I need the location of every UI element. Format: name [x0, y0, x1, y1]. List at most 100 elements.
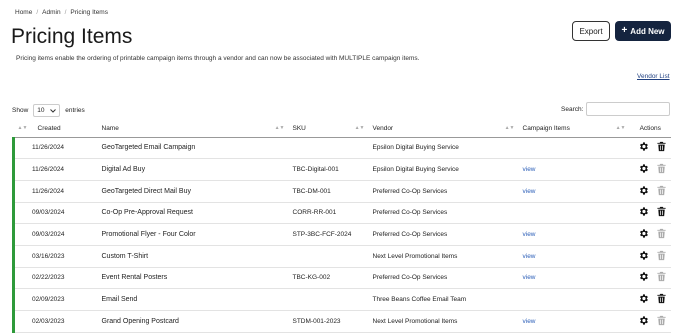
gear-icon[interactable]: [638, 163, 649, 174]
view-campaign-items-link[interactable]: view: [523, 253, 536, 260]
page-title: Pricing Items: [11, 25, 133, 48]
cell-created: 11/26/2024: [12, 137, 98, 160]
entries-select[interactable]: 10: [33, 104, 61, 117]
cell-sku: [288, 288, 369, 311]
gear-icon[interactable]: [638, 250, 649, 261]
gear-icon[interactable]: [638, 315, 649, 326]
gear-icon[interactable]: [638, 185, 649, 196]
trash-icon: [656, 185, 667, 196]
add-new-label: Add New: [630, 26, 665, 36]
search-input[interactable]: [586, 102, 671, 116]
column-header-actions: Actions: [629, 121, 671, 138]
column-header-campaign-items[interactable]: Campaign Items ▲▼: [518, 121, 630, 138]
trash-icon: [656, 315, 667, 326]
gear-icon[interactable]: [638, 271, 649, 282]
sort-icon: ▲▼: [17, 125, 28, 131]
cell-vendor: Preferred Co-Op Services: [368, 180, 519, 203]
gear-icon[interactable]: [638, 141, 649, 152]
column-header-label: SKU: [292, 125, 306, 133]
breadcrumb-home[interactable]: Home: [15, 9, 32, 16]
cell-created: 02/09/2023: [12, 288, 98, 311]
column-header-vendor[interactable]: Vendor ▲▼: [368, 121, 519, 138]
cell-vendor: Preferred Co-Op Services: [368, 223, 519, 246]
view-campaign-items-link[interactable]: view: [523, 274, 536, 281]
breadcrumb-separator: /: [64, 9, 67, 16]
sort-icon: ▲▼: [274, 125, 285, 131]
cell-sku: STP-3BC-FCF-2024: [288, 223, 369, 246]
table-row: 02/09/2023 Email Send Three Beans Coffee E…: [12, 288, 671, 311]
cell-sku: [288, 245, 369, 268]
cell-campaign-items: [518, 288, 630, 311]
cell-campaign-items: view: [518, 223, 630, 246]
column-header-label: Name: [101, 125, 119, 133]
gear-icon[interactable]: [638, 228, 649, 239]
trash-icon[interactable]: [656, 293, 667, 304]
cell-actions: [629, 223, 671, 246]
cell-name: GeoTargeted Email Campaign: [97, 137, 289, 160]
cell-sku: TBC-DM-001: [288, 180, 369, 203]
table-body: 11/26/2024 GeoTargeted Email Campaign Epsi…: [12, 137, 671, 333]
search-control: Search:: [561, 102, 671, 116]
column-header-sku[interactable]: SKU ▲▼: [288, 121, 369, 138]
add-new-button[interactable]: + Add New: [615, 21, 671, 41]
view-campaign-items-link[interactable]: view: [523, 166, 536, 173]
cell-actions: [629, 288, 671, 311]
trash-icon: [656, 250, 667, 261]
cell-actions: [629, 137, 671, 160]
cell-created: 11/26/2024: [12, 158, 98, 181]
entries-label: entries: [65, 107, 85, 114]
cell-campaign-items: view: [518, 267, 630, 290]
pricing-items-table: Created ▲▼ Name ▲▼ SKU ▲▼ Vendor ▲▼ Campaign…: [12, 121, 671, 333]
cell-sku: CORR-RR-001: [288, 202, 369, 225]
export-button[interactable]: Export: [572, 21, 610, 41]
cell-sku: [288, 137, 369, 160]
vendor-list-link[interactable]: Vendor List: [637, 73, 670, 80]
cell-sku: STDM-001-2023: [288, 310, 369, 333]
cell-vendor: Three Beans Coffee Email Team: [368, 288, 519, 311]
table-row: 11/26/2024 GeoTargeted Direct Mail Buy TBC…: [12, 180, 671, 203]
trash-icon: [656, 228, 667, 239]
trash-icon[interactable]: [656, 141, 667, 152]
cell-created: 03/16/2023: [12, 245, 98, 268]
cell-name: Grand Opening Postcard: [97, 310, 289, 333]
sort-icon: ▲▼: [354, 125, 365, 131]
column-header-name[interactable]: Name ▲▼: [97, 121, 289, 138]
cell-actions: [629, 267, 671, 290]
trash-icon[interactable]: [656, 206, 667, 217]
cell-name: Custom T-Shirt: [97, 245, 289, 268]
breadcrumb-admin[interactable]: Admin: [42, 9, 60, 16]
table-row: 11/26/2024 GeoTargeted Email Campaign Epsi…: [12, 137, 671, 160]
cell-actions: [629, 310, 671, 333]
cell-sku: TBC-KG-002: [288, 267, 369, 290]
cell-campaign-items: view: [518, 180, 630, 203]
trash-icon: [656, 271, 667, 282]
column-header-created[interactable]: Created ▲▼: [13, 121, 98, 138]
cell-actions: [629, 245, 671, 268]
breadcrumb-current: Pricing Items: [70, 9, 108, 16]
view-campaign-items-link[interactable]: view: [523, 318, 536, 325]
cell-name: Event Rental Posters: [97, 267, 289, 290]
gear-icon[interactable]: [638, 293, 649, 304]
cell-created: 11/26/2024: [12, 180, 98, 203]
sort-icon: ▲▼: [615, 125, 626, 131]
search-label: Search:: [561, 105, 584, 113]
breadcrumb: Home / Admin / Pricing Items: [15, 9, 108, 16]
plus-icon: +: [621, 25, 628, 36]
view-campaign-items-link[interactable]: view: [523, 188, 536, 195]
view-campaign-items-link[interactable]: view: [523, 231, 536, 238]
gear-icon[interactable]: [638, 206, 649, 217]
cell-campaign-items: view: [518, 245, 630, 268]
cell-name: Co-Op Pre-Approval Request: [97, 202, 289, 225]
cell-sku: TBC-Digital-001: [288, 158, 369, 181]
table-row: 09/03/2024 Co-Op Pre-Approval Request CORR…: [12, 202, 671, 225]
cell-campaign-items: [518, 137, 630, 160]
cell-actions: [629, 158, 671, 181]
table-row: 09/03/2024 Promotional Flyer - Four Color…: [12, 223, 671, 246]
cell-vendor: Preferred Co-Op Services: [368, 202, 519, 225]
show-label: Show: [12, 107, 29, 114]
cell-created: 09/03/2024: [12, 223, 98, 246]
entries-value: 10: [37, 107, 45, 114]
cell-created: 09/03/2024: [12, 202, 98, 225]
cell-vendor: Epsilon Digital Buying Service: [368, 158, 519, 181]
cell-campaign-items: [518, 202, 630, 225]
